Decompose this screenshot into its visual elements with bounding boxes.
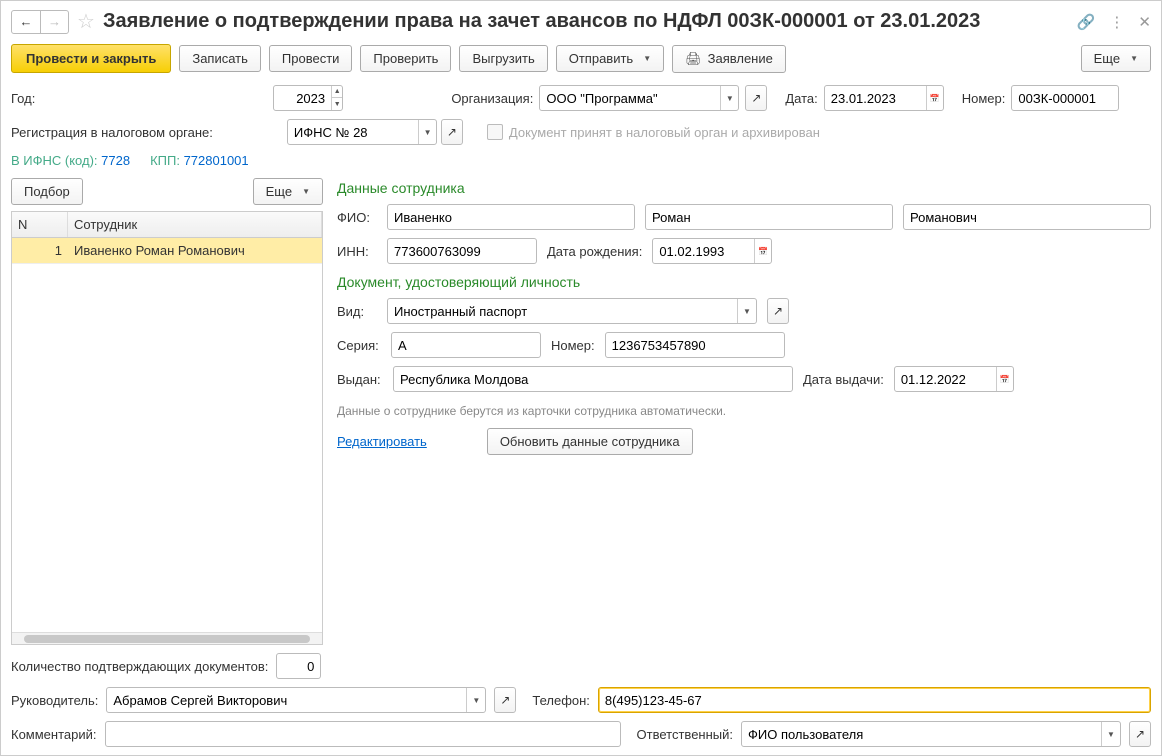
series-label: Серия: — [337, 338, 381, 353]
star-icon[interactable]: ☆ — [77, 9, 95, 34]
year-spinner[interactable]: ▲▼ — [331, 86, 342, 110]
responsible-open-button[interactable]: ↗ — [1129, 721, 1151, 747]
dob-label: Дата рождения: — [547, 244, 642, 259]
chevron-down-icon[interactable]: ▼ — [418, 120, 436, 144]
count-input[interactable] — [276, 653, 321, 679]
fio-label: ФИО: — [337, 210, 377, 225]
reg-open-button[interactable]: ↗ — [441, 119, 463, 145]
kpp-meta: КПП: 772801001 — [150, 153, 249, 168]
refresh-employee-button[interactable]: Обновить данные сотрудника — [487, 428, 693, 455]
nav-back-button[interactable]: ← — [12, 11, 40, 33]
reg-label: Регистрация в налоговом органе: — [11, 125, 213, 140]
nav-forward-button[interactable]: → — [40, 11, 68, 33]
save-button[interactable]: Записать — [179, 45, 261, 72]
org-open-button[interactable]: ↗ — [745, 85, 767, 111]
issued-input[interactable] — [393, 366, 793, 392]
col-n[interactable]: N — [12, 212, 68, 237]
employees-table: N Сотрудник 1 Иваненко Роман Романович — [11, 211, 323, 645]
lastname-input[interactable] — [387, 204, 635, 230]
post-and-close-button[interactable]: Провести и закрыть — [11, 44, 171, 73]
dob-input[interactable]: 📅 — [652, 238, 772, 264]
col-employee[interactable]: Сотрудник — [68, 212, 322, 237]
check-button[interactable]: Проверить — [360, 45, 451, 72]
responsible-label: Ответственный: — [637, 727, 733, 742]
h-scrollbar[interactable] — [12, 632, 322, 644]
calendar-icon[interactable]: 📅 — [754, 239, 771, 263]
kind-label: Вид: — [337, 304, 377, 319]
date-label: Дата: — [785, 91, 817, 106]
year-label: Год: — [11, 91, 35, 106]
more-button[interactable]: Еще — [1081, 45, 1151, 72]
phone-input[interactable] — [598, 687, 1151, 713]
inn-label: ИНН: — [337, 244, 377, 259]
idate-input[interactable]: 📅 — [894, 366, 1014, 392]
comment-label: Комментарий: — [11, 727, 97, 742]
send-button[interactable]: Отправить — [556, 45, 664, 72]
docnum-input[interactable] — [605, 332, 785, 358]
calendar-icon[interactable]: 📅 — [996, 367, 1013, 391]
print-icon: 🖨 — [685, 51, 702, 67]
archive-label: Документ принят в налоговый орган и архи… — [509, 125, 820, 140]
count-label: Количество подтверждающих документов: — [11, 659, 268, 674]
manager-input[interactable]: ▼ — [106, 687, 486, 713]
middlename-input[interactable] — [903, 204, 1151, 230]
phone-label: Телефон: — [532, 693, 590, 708]
year-input[interactable]: ▲▼ — [273, 85, 343, 111]
pick-button[interactable]: Подбор — [11, 178, 83, 205]
org-label: Организация: — [451, 91, 533, 106]
reg-input[interactable]: ▼ — [287, 119, 437, 145]
inn-input[interactable] — [387, 238, 537, 264]
kind-input[interactable]: ▼ — [387, 298, 757, 324]
chevron-down-icon[interactable]: ▼ — [1101, 722, 1120, 746]
export-button[interactable]: Выгрузить — [459, 45, 547, 72]
link-icon[interactable]: 🔗 — [1077, 13, 1096, 31]
number-input[interactable] — [1011, 85, 1119, 111]
issued-label: Выдан: — [337, 372, 383, 387]
docnum-label: Номер: — [551, 338, 595, 353]
org-input[interactable]: ▼ — [539, 85, 739, 111]
responsible-input[interactable]: ▼ — [741, 721, 1121, 747]
chevron-down-icon[interactable]: ▼ — [737, 299, 756, 323]
date-input[interactable]: 📅 — [824, 85, 944, 111]
nav-buttons: ← → — [11, 10, 69, 34]
left-more-button[interactable]: Еще — [253, 178, 323, 205]
ifns-meta: В ИФНС (код): 7728 — [11, 153, 130, 168]
chevron-down-icon[interactable]: ▼ — [720, 86, 738, 110]
edit-link[interactable]: Редактировать — [337, 434, 427, 449]
kebab-icon[interactable]: ⋮ — [1109, 13, 1124, 31]
idate-label: Дата выдачи: — [803, 372, 884, 387]
manager-open-button[interactable]: ↗ — [494, 687, 516, 713]
close-icon[interactable]: ✕ — [1138, 13, 1151, 31]
page-title: Заявление о подтверждении права на зачет… — [103, 10, 1069, 33]
series-input[interactable] — [391, 332, 541, 358]
manager-label: Руководитель: — [11, 693, 98, 708]
application-button[interactable]: 🖨Заявление — [672, 45, 786, 73]
section-id-document: Документ, удостоверяющий личность — [337, 274, 1151, 290]
comment-input[interactable] — [105, 721, 621, 747]
archive-checkbox — [487, 124, 503, 140]
section-employee-data: Данные сотрудника — [337, 180, 1151, 196]
calendar-icon[interactable]: 📅 — [926, 86, 943, 110]
post-button[interactable]: Провести — [269, 45, 353, 72]
number-label: Номер: — [962, 91, 1006, 106]
firstname-input[interactable] — [645, 204, 893, 230]
auto-hint: Данные о сотруднике берутся из карточки … — [337, 404, 1151, 418]
kind-open-button[interactable]: ↗ — [767, 298, 789, 324]
chevron-down-icon[interactable]: ▼ — [466, 688, 485, 712]
table-row[interactable]: 1 Иваненко Роман Романович — [12, 238, 322, 264]
